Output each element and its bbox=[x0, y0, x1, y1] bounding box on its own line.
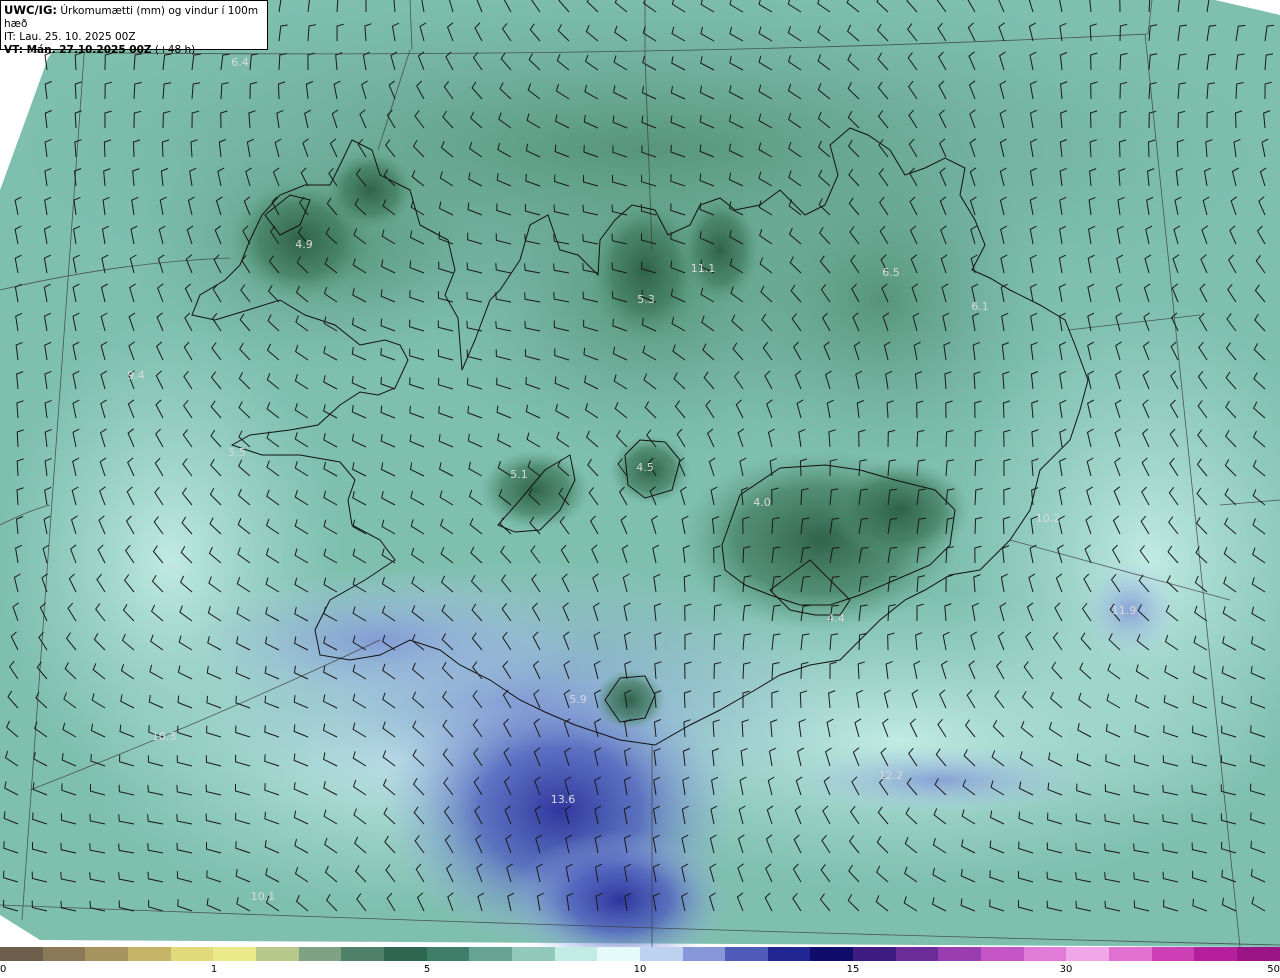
precipitation-value-label: 6.5 bbox=[882, 266, 900, 279]
legend-color-step bbox=[895, 947, 939, 961]
legend-color-step bbox=[383, 947, 427, 961]
legend-color-step bbox=[298, 947, 342, 961]
legend-color-step bbox=[810, 947, 854, 961]
legend-color-step bbox=[42, 947, 86, 961]
legend-color-step bbox=[469, 947, 512, 961]
precipitation-wind-map: 6.4 4.9 5.3 11.1 6.5 6.1 9.4 5.5 5.1 4.5 4.0 10.2 11… bbox=[0, 0, 1280, 947]
map-info-box: UWC/IG: Úrkomumætti (mm) og vindur í 100… bbox=[0, 0, 268, 56]
precipitation-value-label: 10.1 bbox=[251, 890, 276, 903]
precipitation-value-label: 5.1 bbox=[510, 468, 528, 481]
legend-colorbar bbox=[0, 947, 1280, 961]
legend-color-step bbox=[341, 947, 384, 961]
map-title-line: UWC/IG: Úrkomumætti (mm) og vindur í 100… bbox=[4, 4, 264, 31]
legend-color-step bbox=[85, 947, 128, 961]
legend-color-step bbox=[639, 947, 683, 961]
precipitation-value-label: 10.3 bbox=[152, 730, 177, 743]
color-legend: 0 1 5 10 15 30 50 bbox=[0, 947, 1280, 978]
legend-color-step bbox=[213, 947, 256, 961]
legend-color-step bbox=[1194, 947, 1238, 961]
legend-tick-label: 5 bbox=[423, 964, 431, 975]
legend-color-step bbox=[1237, 947, 1280, 961]
legend-tick-label: 30 bbox=[1059, 964, 1073, 975]
legend-color-step bbox=[426, 947, 470, 961]
precipitation-value-label: 4.5 bbox=[636, 461, 654, 474]
model-name: UWC/IG: bbox=[4, 3, 57, 17]
legend-color-step bbox=[725, 947, 768, 961]
precipitation-value-label: 6.1 bbox=[971, 300, 989, 313]
legend-color-step bbox=[127, 947, 171, 961]
precipitation-value-label: 11.1 bbox=[691, 262, 716, 275]
legend-color-step bbox=[1109, 947, 1152, 961]
legend-color-step bbox=[767, 947, 811, 961]
legend-color-step bbox=[1151, 947, 1195, 961]
legend-color-step bbox=[255, 947, 299, 961]
legend-tick-label: 1 bbox=[210, 964, 218, 975]
legend-tick-label: 0 bbox=[0, 964, 7, 975]
precipitation-value-label: 5.9 bbox=[569, 693, 587, 706]
precipitation-value-label: 5.3 bbox=[637, 293, 655, 306]
legend-color-step bbox=[554, 947, 598, 961]
precipitation-value-label: 9.4 bbox=[127, 369, 145, 382]
precipitation-value-label: 10.2 bbox=[1036, 512, 1061, 525]
legend-color-step bbox=[1066, 947, 1110, 961]
legend-color-step bbox=[981, 947, 1024, 961]
legend-color-step bbox=[170, 947, 214, 961]
legend-color-step bbox=[511, 947, 555, 961]
precipitation-value-label: 11.9 bbox=[1112, 604, 1137, 617]
precipitation-value-label: 6.4 bbox=[231, 56, 249, 69]
precipitation-value-label: 4.9 bbox=[295, 238, 313, 251]
precipitation-value-label: 4.0 bbox=[753, 496, 771, 509]
legend-color-step bbox=[1023, 947, 1067, 961]
legend-color-step bbox=[853, 947, 896, 961]
legend-tick-label: 50 bbox=[1267, 964, 1280, 975]
precipitation-value-label: 12.2 bbox=[879, 769, 904, 782]
legend-color-step bbox=[597, 947, 640, 961]
legend-color-step bbox=[938, 947, 982, 961]
precipitation-value-label: 4.4 bbox=[827, 612, 845, 625]
precipitation-value-label: 13.6 bbox=[551, 793, 576, 806]
precipitation-value-label: 5.5 bbox=[228, 446, 246, 459]
legend-color-step bbox=[0, 947, 43, 961]
legend-color-step bbox=[682, 947, 726, 961]
initial-time: IT: Lau. 25. 10. 2025 00Z bbox=[4, 31, 136, 43]
legend-tick-label: 10 bbox=[633, 964, 647, 975]
legend-tick-label: 15 bbox=[846, 964, 860, 975]
valid-time: VT: Mán. 27.10.2025 00Z (+48 h) bbox=[4, 44, 196, 56]
